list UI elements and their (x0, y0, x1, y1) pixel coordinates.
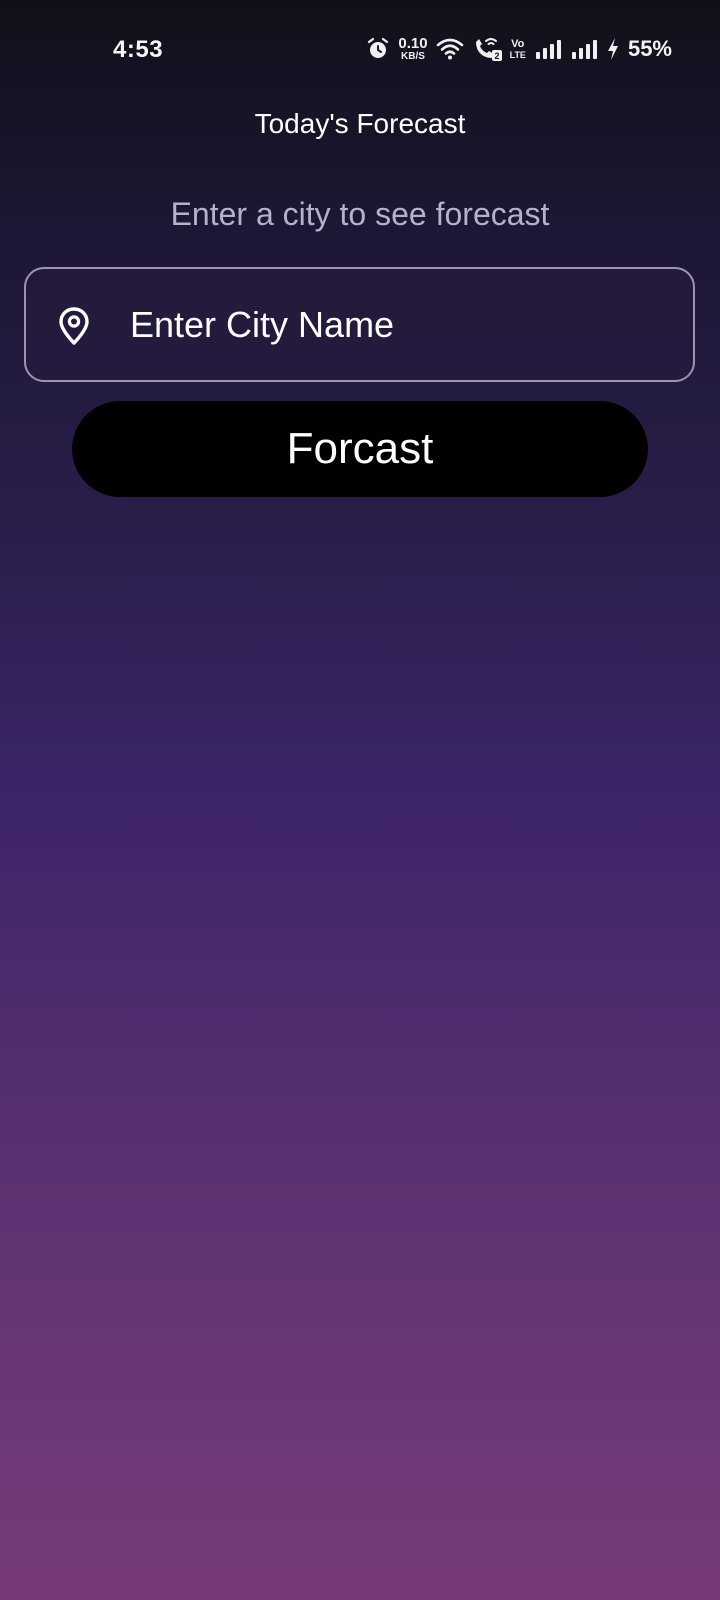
volte-indicator: Vo LTE (509, 37, 526, 60)
signal-icon (570, 38, 598, 60)
wifi-calling-icon: 2 (472, 36, 502, 62)
status-bar: 4:53 0.10 KB/S 2 Vo LTE 55% (0, 0, 720, 100)
status-time: 4:53 (113, 36, 164, 63)
alarm-icon (366, 37, 390, 61)
subtitle: Enter a city to see forecast (170, 196, 550, 232)
forecast-button[interactable]: Forcast (72, 401, 648, 497)
battery-percent: 55% (627, 36, 672, 61)
network-speed: 0.10 KB/S (398, 36, 427, 62)
city-input-field[interactable] (24, 267, 695, 382)
network-speed-unit: KB/S (401, 51, 425, 62)
network-speed-value: 0.10 (398, 35, 428, 52)
volte-bottom-text: LTE (509, 49, 526, 60)
volte-top-text: Vo (511, 37, 525, 50)
svg-text:2: 2 (494, 51, 499, 61)
charging-bolt-icon (606, 37, 620, 61)
signal-icon (534, 38, 562, 60)
location-pin-icon (56, 306, 92, 346)
city-input[interactable] (130, 294, 670, 356)
status-icons: 0.10 KB/S 2 Vo LTE 55% (366, 33, 672, 65)
wifi-icon (436, 37, 464, 61)
page-title: Today's Forecast (254, 108, 466, 139)
